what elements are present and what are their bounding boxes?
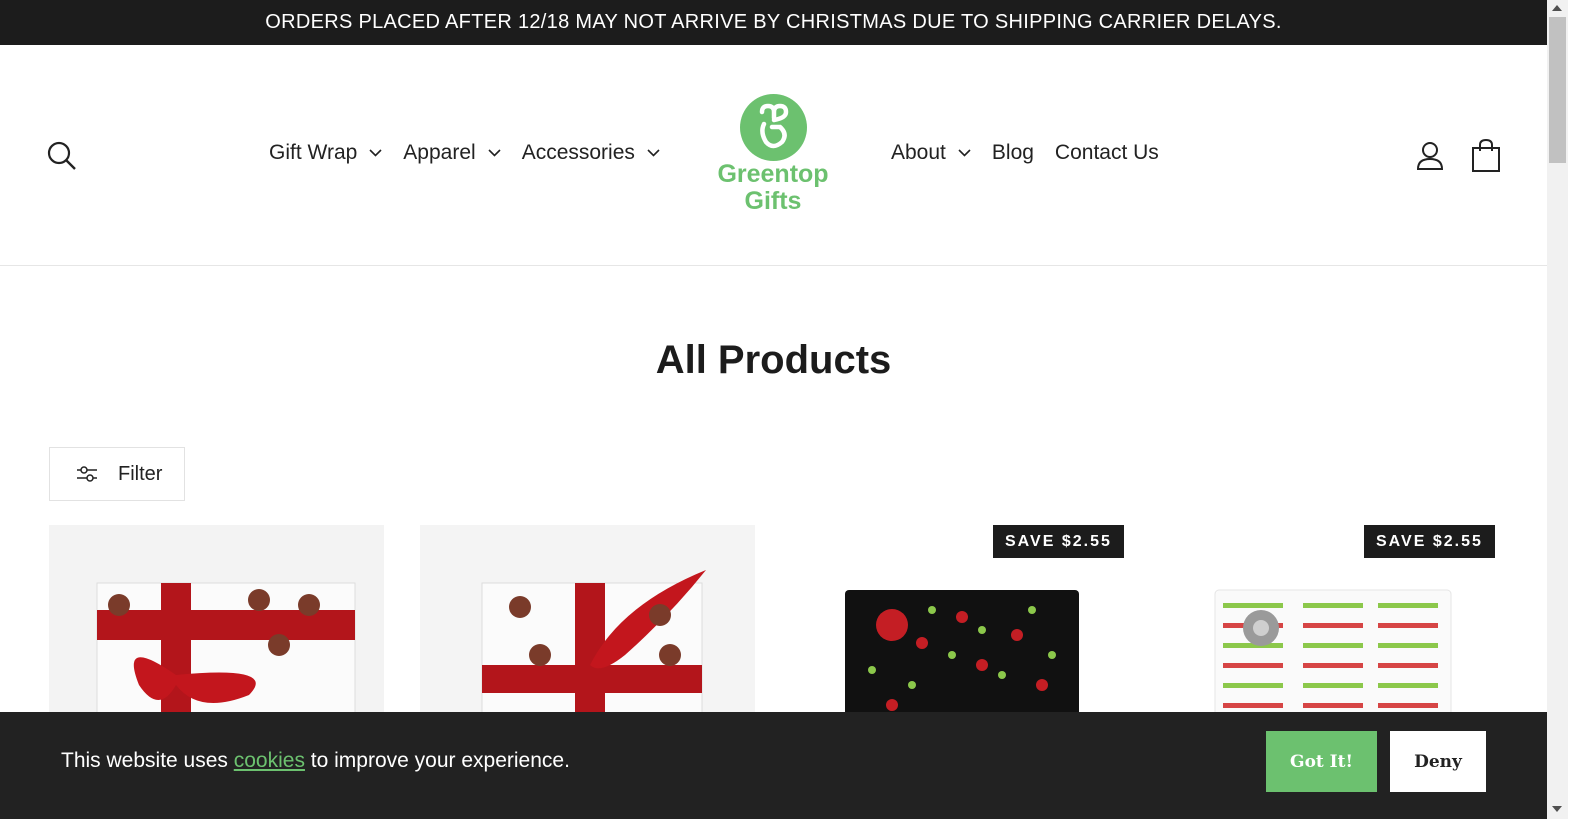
- logo-line2: Gifts: [744, 187, 802, 215]
- cookie-text-after: to improve your experience.: [304, 749, 570, 772]
- product-card[interactable]: [420, 525, 755, 725]
- chevron-down-icon: [958, 149, 971, 157]
- search-icon[interactable]: [46, 140, 78, 172]
- cookies-link[interactable]: cookies: [234, 749, 305, 772]
- nav-item-label: Accessories: [521, 141, 635, 164]
- deny-cookies-button[interactable]: Deny: [1390, 731, 1486, 792]
- primary-nav-left: Gift Wrap Apparel Accessories: [269, 141, 681, 165]
- product-image: [481, 570, 706, 725]
- primary-nav-right: About Blog Contact Us: [891, 141, 1180, 165]
- scrollbar[interactable]: [1547, 0, 1568, 819]
- nav-item-label: Gift Wrap: [269, 141, 358, 164]
- product-card[interactable]: [49, 525, 384, 725]
- announcement-bar: ORDERS PLACED AFTER 12/18 MAY NOT ARRIVE…: [0, 0, 1547, 45]
- nav-item-gift-wrap[interactable]: Gift Wrap: [269, 141, 382, 165]
- cookie-text-before: This website uses: [61, 749, 234, 772]
- cookie-banner: This website uses cookies to improve you…: [0, 712, 1547, 819]
- site-logo[interactable]: Greentop Gifts: [702, 92, 844, 217]
- nav-item-label: Blog: [991, 141, 1034, 164]
- scroll-up-arrow-icon[interactable]: [1552, 5, 1562, 11]
- announcement-text: ORDERS PLACED AFTER 12/18 MAY NOT ARRIVE…: [265, 11, 1282, 33]
- logo-text: Greentop Gifts: [702, 161, 844, 215]
- user-icon[interactable]: [1414, 140, 1446, 172]
- nav-item-blog[interactable]: Blog: [992, 141, 1034, 165]
- chevron-down-icon: [369, 149, 382, 157]
- site-header: Gift Wrap Apparel Accessories Greentop G…: [0, 45, 1547, 266]
- filter-label: Filter: [118, 462, 163, 485]
- nav-item-label: About: [891, 141, 946, 164]
- scrollbar-thumb[interactable]: [1549, 17, 1566, 163]
- nav-item-about[interactable]: About: [891, 141, 971, 165]
- filter-button[interactable]: Filter: [49, 447, 185, 501]
- bag-icon[interactable]: [1470, 138, 1502, 173]
- chevron-down-icon: [647, 149, 660, 157]
- nav-item-apparel[interactable]: Apparel: [403, 141, 501, 165]
- logo-line1: Greentop: [717, 160, 829, 188]
- cookie-message: This website uses cookies to improve you…: [61, 749, 570, 773]
- nav-item-label: Contact Us: [1054, 141, 1159, 164]
- nav-item-contact-us[interactable]: Contact Us: [1055, 141, 1159, 165]
- nav-item-label: Apparel: [403, 141, 476, 164]
- nav-item-accessories[interactable]: Accessories: [522, 141, 660, 165]
- product-image: [96, 582, 356, 725]
- page-title: All Products: [655, 338, 892, 382]
- sale-badge: SAVE $2.55: [993, 525, 1124, 558]
- scroll-down-arrow-icon[interactable]: [1552, 806, 1562, 812]
- sale-badge-text: SAVE $2.55: [1005, 532, 1112, 550]
- sliders-icon: [77, 466, 97, 482]
- sale-badge: SAVE $2.55: [1364, 525, 1495, 558]
- accept-cookies-button[interactable]: Got It!: [1266, 731, 1377, 792]
- logo-badge: [740, 94, 807, 161]
- chevron-down-icon: [488, 149, 501, 157]
- sale-badge-text: SAVE $2.55: [1376, 532, 1483, 550]
